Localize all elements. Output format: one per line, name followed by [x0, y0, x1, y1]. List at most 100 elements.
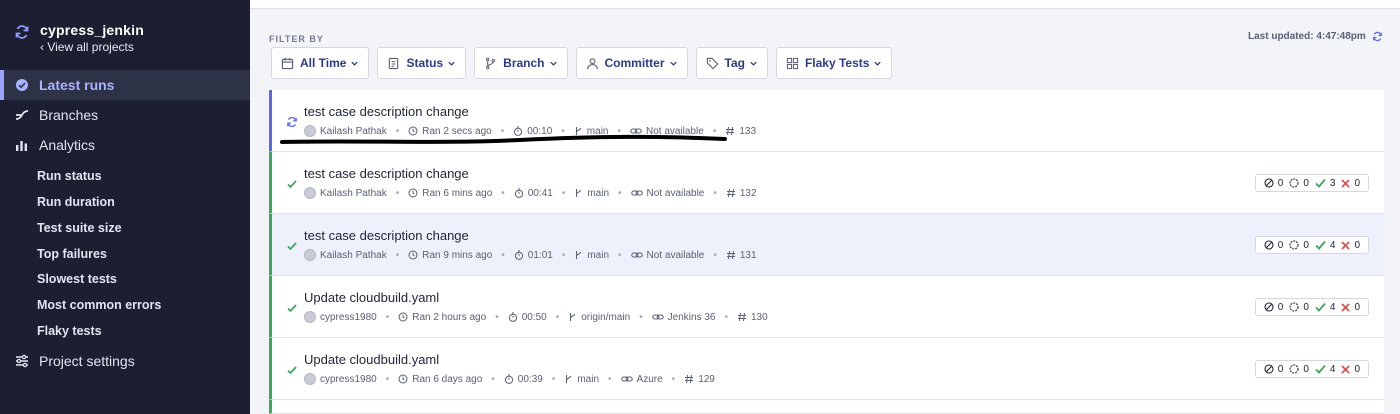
nav-project-settings[interactable]: Project settings: [0, 346, 250, 376]
filter-tag-button[interactable]: Tag: [695, 47, 768, 79]
run-test-counts: 0 0 4 0: [1254, 360, 1369, 378]
running-sync-icon: [287, 116, 297, 128]
run-ci: Not available: [646, 187, 705, 199]
nav-label: Branches: [39, 107, 99, 123]
analytics-test-suite-size[interactable]: Test suite size: [37, 221, 122, 235]
filter-all-time-button[interactable]: All Time: [271, 47, 370, 79]
run-ci: Jenkins 36: [667, 311, 716, 323]
run-meta: cypress1980 • Ran 6 days ago • 00:39 • m…: [304, 373, 715, 385]
filter-flaky-tests-button[interactable]: Flaky Tests: [775, 47, 893, 79]
branch-icon: [14, 107, 30, 123]
nav-latest-runs[interactable]: Latest runs: [0, 70, 250, 100]
analytics-slowest-tests[interactable]: Slowest tests: [37, 272, 117, 286]
check-icon: [287, 180, 297, 189]
run-ci: Not available: [646, 249, 705, 261]
run-ci: Azure: [636, 373, 663, 385]
nav-branches[interactable]: Branches: [0, 100, 250, 130]
run-number: 130: [751, 311, 768, 323]
passed-check-icon: [1315, 302, 1326, 312]
run-author: Kailash Pathak: [320, 249, 387, 261]
passed-count: 4: [1329, 239, 1336, 251]
run-duration: 01:01: [527, 249, 553, 261]
passed-count: 3: [1329, 177, 1336, 189]
run-duration: 00:41: [527, 187, 553, 199]
passed-count: 4: [1329, 363, 1336, 375]
skipped-icon: [1264, 178, 1274, 188]
analytics-run-duration[interactable]: Run duration: [37, 195, 115, 209]
run-number: 129: [698, 373, 715, 385]
run-row[interactable]: test case description change Kailash Pat…: [269, 152, 1384, 214]
link-icon: [630, 252, 643, 258]
stopwatch-icon: [514, 188, 523, 198]
project-switcher[interactable]: cypress_jenkin ‹ View all projects: [14, 22, 144, 54]
view-all-projects-link[interactable]: ‹ View all projects: [40, 40, 144, 54]
run-title[interactable]: test case description change: [304, 104, 469, 119]
failed-count: 0: [1354, 301, 1360, 313]
run-time: Ran 6 days ago: [412, 373, 483, 385]
analytics-flaky-tests[interactable]: Flaky tests: [37, 324, 102, 338]
link-icon: [630, 190, 643, 196]
failed-count: 0: [1354, 363, 1360, 375]
failed-x-icon: [1341, 302, 1351, 312]
analytics-most-common-errors[interactable]: Most common errors: [37, 298, 161, 312]
chevron-down-icon: [549, 61, 557, 66]
filter-label: Branch: [503, 56, 545, 70]
run-title[interactable]: test case description change: [304, 166, 469, 181]
user-icon: [586, 57, 598, 69]
nav-analytics[interactable]: Analytics: [0, 130, 250, 160]
skipped-icon: [1264, 240, 1274, 250]
run-title[interactable]: Update cloudbuild.yaml: [304, 290, 439, 305]
git-branch-icon: [576, 251, 582, 259]
check-icon: [287, 304, 297, 313]
underline-annotation: [280, 134, 727, 144]
skipped-count: 0: [1277, 363, 1284, 375]
filter-branch-button[interactable]: Branch: [474, 47, 568, 79]
filter-status-button[interactable]: Status: [377, 47, 467, 79]
run-row-partial: [269, 400, 1384, 414]
link-icon: [651, 314, 664, 320]
pending-count: 0: [1303, 363, 1309, 375]
filter-label: Status: [406, 56, 444, 70]
run-author: cypress1980: [320, 373, 377, 385]
run-title[interactable]: Update cloudbuild.yaml: [304, 352, 439, 367]
passed-check-icon: [1315, 364, 1326, 374]
passed-check-icon: [1315, 178, 1326, 188]
skipped-icon: [1264, 302, 1274, 312]
skipped-count: 0: [1277, 177, 1284, 189]
clock-icon: [408, 188, 418, 198]
run-row[interactable]: Update cloudbuild.yaml cypress1980 • Ran…: [269, 338, 1384, 400]
analytics-top-failures[interactable]: Top failures: [37, 247, 107, 261]
failed-x-icon: [1341, 364, 1351, 374]
skipped-icon: [1264, 364, 1274, 374]
clipboard-icon: [389, 57, 399, 69]
skipped-count: 0: [1277, 301, 1284, 313]
git-branch-icon: [486, 57, 496, 69]
clock-icon: [408, 250, 418, 260]
nav-label: Project settings: [39, 353, 135, 369]
run-row[interactable]: Update cloudbuild.yaml cypress1980 • Ran…: [269, 276, 1384, 338]
run-meta: Kailash Pathak • Ran 6 mins ago • 00:41 …: [304, 187, 757, 199]
chevron-down-icon: [448, 61, 455, 66]
run-time: Ran 2 hours ago: [412, 311, 487, 323]
sidebar: cypress_jenkin ‹ View all projects Lates…: [0, 0, 250, 414]
run-row[interactable]: test case description change Kailash Pat…: [269, 214, 1384, 276]
git-branch-icon: [570, 313, 576, 321]
passed-count: 4: [1329, 301, 1336, 313]
pending-count: 0: [1303, 239, 1309, 251]
refresh-icon[interactable]: [1372, 31, 1383, 42]
stopwatch-icon: [504, 374, 513, 384]
pending-icon: [1289, 240, 1299, 250]
failed-count: 0: [1354, 239, 1360, 251]
chevron-down-icon: [669, 61, 677, 66]
pending-icon: [1289, 178, 1299, 188]
analytics-run-status[interactable]: Run status: [37, 169, 102, 183]
avatar: [304, 311, 316, 323]
filter-bar: All Time Status Branch Committer Tag Fla…: [271, 47, 900, 79]
stopwatch-icon: [514, 250, 523, 260]
last-updated: Last updated: 4:47:48pm: [1248, 31, 1383, 42]
link-icon: [620, 376, 633, 382]
filter-committer-button[interactable]: Committer: [575, 47, 688, 79]
run-title[interactable]: test case description change: [304, 228, 469, 243]
run-branch: main: [587, 187, 610, 199]
project-name: cypress_jenkin: [40, 22, 144, 38]
